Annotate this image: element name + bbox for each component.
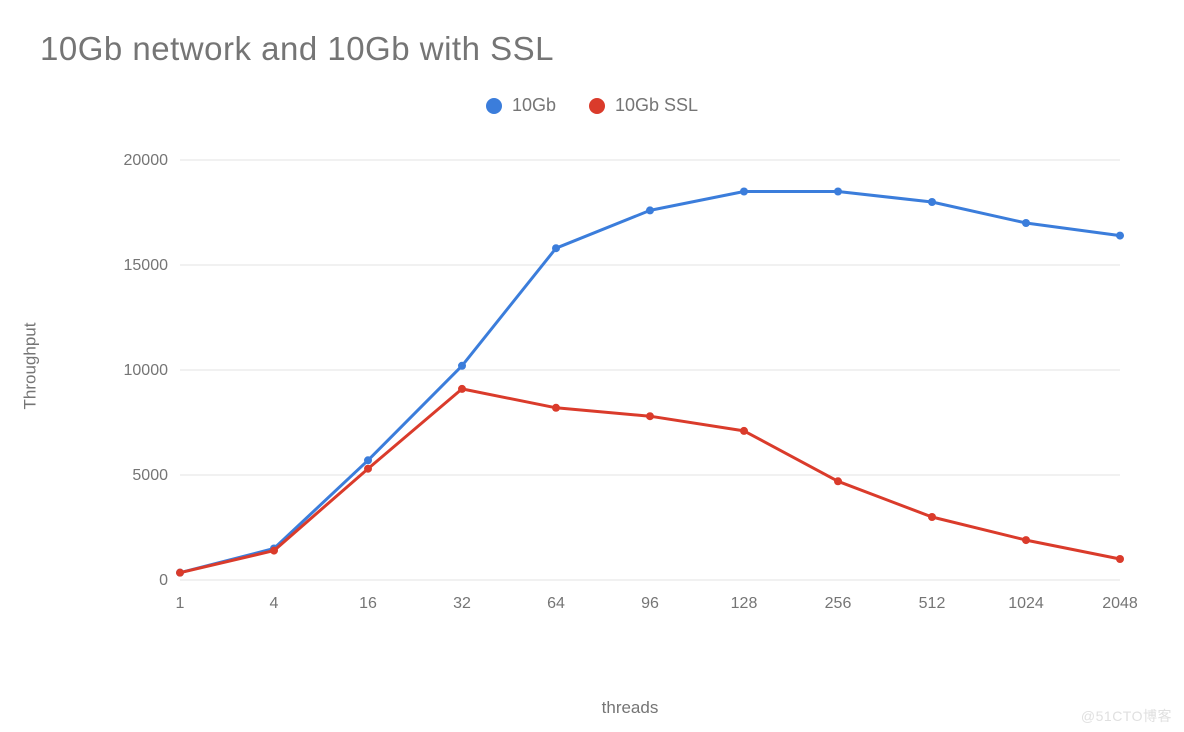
series-point: [646, 206, 654, 214]
series-point: [646, 412, 654, 420]
svg-text:16: 16: [359, 595, 377, 612]
series-point: [834, 477, 842, 485]
series-point: [552, 244, 560, 252]
series-point: [552, 404, 560, 412]
series-point: [458, 385, 466, 393]
series-line-1: [180, 192, 1120, 573]
y-tick-labels: 0 5000 10000 15000 20000: [124, 152, 169, 589]
svg-text:128: 128: [731, 595, 758, 612]
series-point: [1022, 536, 1030, 544]
series-point: [364, 465, 372, 473]
series-point: [928, 513, 936, 521]
series-point: [364, 456, 372, 464]
series-point: [1116, 555, 1124, 563]
watermark: @51CTO博客: [1081, 706, 1172, 726]
svg-text:4: 4: [270, 595, 279, 612]
legend: 10Gb 10Gb SSL: [0, 95, 1184, 119]
series-point: [1022, 219, 1030, 227]
svg-text:256: 256: [825, 595, 852, 612]
chart-container: 10Gb network and 10Gb with SSL 10Gb 10Gb…: [0, 0, 1184, 732]
svg-text:2048: 2048: [1102, 595, 1138, 612]
x-axis-title: threads: [120, 698, 1140, 718]
svg-text:5000: 5000: [132, 467, 168, 484]
series-point: [740, 188, 748, 196]
svg-text:10000: 10000: [124, 362, 169, 379]
legend-label-10gb-ssl: 10Gb SSL: [615, 95, 698, 116]
legend-label-10gb: 10Gb: [512, 95, 556, 116]
svg-text:32: 32: [453, 595, 471, 612]
plot-area: 0 5000 10000 15000 20000 1 4 16 32 64 96 128 256 512…: [120, 150, 1140, 620]
legend-dot-10gb: [486, 98, 502, 114]
series-point: [740, 427, 748, 435]
series-point: [928, 198, 936, 206]
svg-text:0: 0: [159, 572, 168, 589]
series-group: [176, 188, 1124, 577]
y-axis-title: Throughput: [20, 0, 40, 732]
svg-text:96: 96: [641, 595, 659, 612]
series-point: [270, 547, 278, 555]
legend-item-10gb-ssl: 10Gb SSL: [589, 95, 698, 116]
series-point: [458, 362, 466, 370]
svg-text:64: 64: [547, 595, 565, 612]
series-point: [1116, 232, 1124, 240]
series-point: [176, 569, 184, 577]
legend-item-10gb: 10Gb: [486, 95, 556, 116]
x-tick-labels: 1 4 16 32 64 96 128 256 512 1024 2048: [176, 595, 1138, 612]
chart-svg: 0 5000 10000 15000 20000 1 4 16 32 64 96 128 256 512…: [120, 150, 1140, 620]
svg-text:15000: 15000: [124, 257, 169, 274]
gridlines: [180, 160, 1120, 580]
svg-text:512: 512: [919, 595, 946, 612]
svg-text:20000: 20000: [124, 152, 169, 169]
legend-dot-10gb-ssl: [589, 98, 605, 114]
svg-text:1: 1: [176, 595, 185, 612]
series-point: [834, 188, 842, 196]
chart-title: 10Gb network and 10Gb with SSL: [40, 30, 554, 68]
svg-text:1024: 1024: [1008, 595, 1044, 612]
